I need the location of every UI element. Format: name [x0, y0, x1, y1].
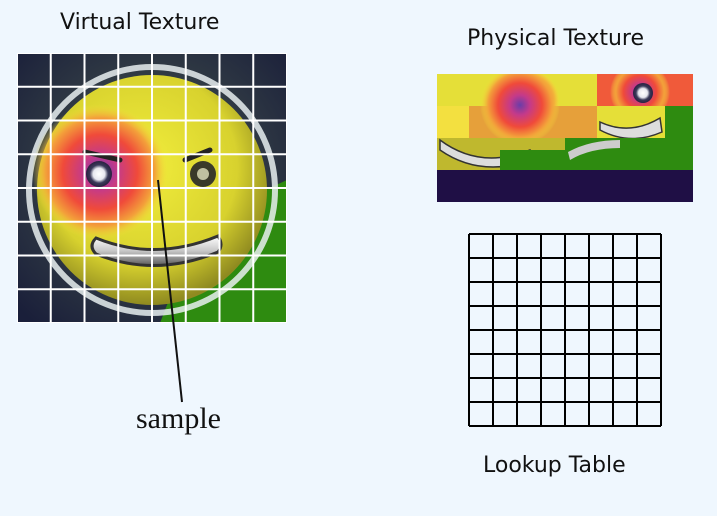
lookup-table-grid [468, 233, 662, 427]
right-eye-highlight [197, 168, 209, 180]
physical-tile-heat [480, 74, 560, 145]
virtual-texture [17, 53, 287, 323]
physical-tile-green [665, 106, 693, 138]
physical-tile [437, 106, 469, 138]
physical-tile-eye [633, 83, 653, 103]
left-eye [86, 161, 112, 187]
physical-texture [437, 74, 693, 202]
physical-tile-green [500, 150, 565, 170]
diagram-canvas [17, 53, 693, 427]
physical-tile [565, 138, 693, 170]
